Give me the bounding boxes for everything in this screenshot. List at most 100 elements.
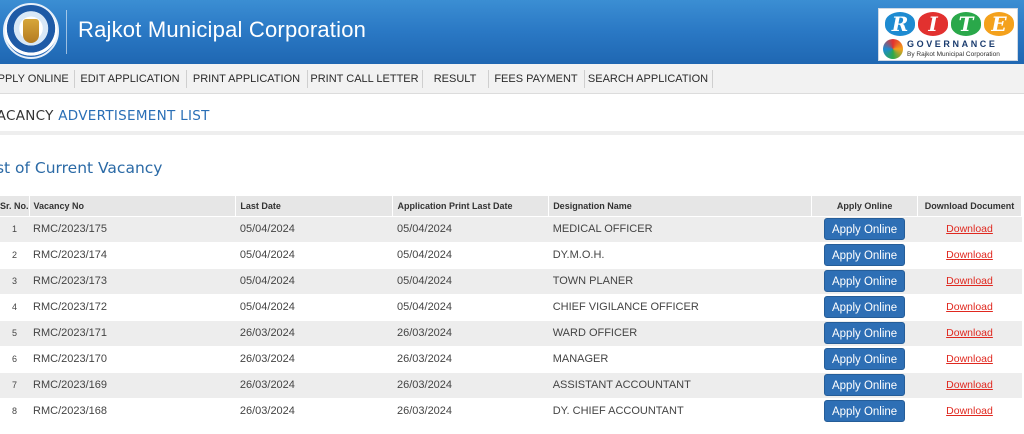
- col-last-date: Last Date: [235, 196, 394, 216]
- cell-sr-no: 6: [0, 345, 30, 372]
- download-link[interactable]: Download: [946, 275, 993, 287]
- cell-last-date: 05/04/2024: [235, 267, 393, 294]
- nav-print-application[interactable]: PRINT APPLICATION: [187, 64, 306, 94]
- cell-apply-online: Apply Online: [811, 397, 918, 424]
- cell-apply-online: Apply Online: [811, 267, 918, 294]
- cell-print-last-date: 05/04/2024: [392, 267, 549, 294]
- cell-sr-no: 5: [0, 319, 30, 346]
- rite-letter-r: R: [885, 12, 915, 36]
- cell-print-last-date: 05/04/2024: [392, 241, 549, 268]
- nav-search-application[interactable]: SEARCH APPLICATION: [585, 64, 711, 94]
- download-link[interactable]: Download: [946, 353, 993, 365]
- download-link[interactable]: Download: [946, 327, 993, 339]
- cell-print-last-date: 05/04/2024: [392, 215, 549, 242]
- rite-by-text: By Rajkot Municipal Corporation: [907, 51, 1000, 58]
- cell-vacancy-no: RMC/2023/171: [29, 319, 236, 346]
- rite-governance-logo[interactable]: R I T E GOVERNANCE By Rajkot Municipal C…: [878, 8, 1018, 61]
- cell-apply-online: Apply Online: [811, 241, 918, 268]
- cell-last-date: 26/03/2024: [235, 345, 393, 372]
- cell-vacancy-no: RMC/2023/173: [29, 267, 236, 294]
- apply-online-button[interactable]: Apply Online: [824, 400, 906, 423]
- cell-designation: TOWN PLANER: [548, 267, 812, 294]
- cell-print-last-date: 26/03/2024: [392, 371, 549, 398]
- cell-vacancy-no: RMC/2023/172: [29, 293, 236, 320]
- col-print-last-date: Application Print Last Date: [392, 196, 550, 216]
- apply-online-button[interactable]: Apply Online: [824, 374, 906, 396]
- table-row: 3 RMC/2023/173 05/04/2024 05/04/2024 TOWN PL…: [0, 267, 1022, 294]
- cell-apply-online: Apply Online: [811, 293, 918, 320]
- rite-letter-i: I: [918, 12, 948, 36]
- cell-designation: MANAGER: [548, 345, 812, 372]
- apply-online-button[interactable]: Apply Online: [824, 348, 906, 370]
- table-header: Sr. No. Vacancy No Last Date Application…: [0, 196, 1022, 216]
- cell-print-last-date: 26/03/2024: [392, 319, 549, 346]
- cell-print-last-date: 05/04/2024: [392, 293, 549, 320]
- cell-download: Download: [917, 215, 1022, 242]
- table-row: 7 RMC/2023/169 26/03/2024 26/03/2024 ASSISTA…: [0, 371, 1022, 398]
- table-row: 2 RMC/2023/174 05/04/2024 05/04/2024 DY.M.O.…: [0, 241, 1022, 268]
- table-row: 4 RMC/2023/172 05/04/2024 05/04/2024 CHIEF V…: [0, 293, 1022, 320]
- nav-fees-payment[interactable]: FEES PAYMENT: [489, 64, 583, 94]
- nav-result[interactable]: RESULT: [423, 64, 487, 94]
- site-title: Rajkot Municipal Corporation: [78, 17, 367, 42]
- col-apply-online: Apply Online: [811, 196, 919, 216]
- cell-last-date: 05/04/2024: [235, 293, 393, 320]
- nav-apply-online[interactable]: APPLY ONLINE: [0, 64, 69, 94]
- table-row: 1 RMC/2023/175 05/04/2024 05/04/2024 MEDICAL…: [0, 215, 1022, 242]
- nav-separator: [712, 70, 713, 88]
- cell-apply-online: Apply Online: [811, 319, 918, 346]
- cell-download: Download: [917, 241, 1022, 268]
- download-link[interactable]: Download: [946, 301, 993, 313]
- page-heading-highlight: ADVERTISEMENT LIST: [58, 108, 210, 124]
- site-header: Rajkot Municipal Corporation R I T E GOV…: [0, 0, 1024, 64]
- table-body: 1 RMC/2023/175 05/04/2024 05/04/2024 MEDICAL…: [0, 215, 1022, 424]
- table-row: 8 RMC/2023/168 26/03/2024 26/03/2024 DY. CHI…: [0, 397, 1022, 424]
- cell-sr-no: 1: [0, 215, 30, 242]
- cell-designation: CHIEF VIGILANCE OFFICER: [548, 293, 812, 320]
- rmc-emblem-logo[interactable]: [3, 3, 59, 59]
- header-divider: [66, 10, 67, 54]
- nav-edit-application[interactable]: EDIT APPLICATION: [75, 64, 185, 94]
- cell-last-date: 26/03/2024: [235, 371, 393, 398]
- apply-online-button[interactable]: Apply Online: [824, 218, 906, 240]
- apply-online-button[interactable]: Apply Online: [824, 296, 906, 318]
- apply-online-button[interactable]: Apply Online: [824, 244, 906, 266]
- vacancy-table: Sr. No. Vacancy No Last Date Application…: [0, 196, 1022, 424]
- cell-apply-online: Apply Online: [811, 215, 918, 242]
- rite-letter-t: T: [951, 12, 981, 36]
- cell-sr-no: 2: [0, 241, 30, 268]
- cell-designation: MEDICAL OFFICER: [548, 215, 812, 242]
- table-row: 5 RMC/2023/171 26/03/2024 26/03/2024 WARD OF…: [0, 319, 1022, 346]
- cell-designation: WARD OFFICER: [548, 319, 812, 346]
- page-heading-band: VACANCY ADVERTISEMENT LIST: [0, 95, 1024, 135]
- cell-vacancy-no: RMC/2023/168: [29, 397, 236, 424]
- cell-vacancy-no: RMC/2023/169: [29, 371, 236, 398]
- cell-designation: DY. CHIEF ACCOUNTANT: [548, 397, 812, 424]
- cell-last-date: 05/04/2024: [235, 215, 393, 242]
- section-title: List of Current Vacancy: [0, 159, 163, 177]
- cell-apply-online: Apply Online: [811, 345, 918, 372]
- col-sr-no: Sr. No.: [0, 196, 30, 216]
- col-download-document: Download Document: [917, 196, 1022, 216]
- cell-print-last-date: 26/03/2024: [392, 345, 549, 372]
- cell-last-date: 26/03/2024: [235, 397, 393, 424]
- page-heading: VACANCY ADVERTISEMENT LIST: [0, 108, 210, 124]
- nav-print-call-letter[interactable]: PRINT CALL LETTER: [308, 64, 421, 94]
- cell-vacancy-no: RMC/2023/170: [29, 345, 236, 372]
- emblem-center-icon: [23, 19, 39, 43]
- download-link[interactable]: Download: [946, 405, 993, 417]
- cell-download: Download: [917, 267, 1022, 294]
- cell-download: Download: [917, 293, 1022, 320]
- apply-online-button[interactable]: Apply Online: [824, 270, 906, 292]
- cell-vacancy-no: RMC/2023/174: [29, 241, 236, 268]
- cell-download: Download: [917, 345, 1022, 372]
- download-link[interactable]: Download: [946, 379, 993, 391]
- cell-sr-no: 4: [0, 293, 30, 320]
- cell-download: Download: [917, 397, 1022, 424]
- apply-online-button[interactable]: Apply Online: [824, 322, 906, 344]
- cell-designation: DY.M.O.H.: [548, 241, 812, 268]
- download-link[interactable]: Download: [946, 249, 993, 261]
- cell-sr-no: 3: [0, 267, 30, 294]
- col-designation: Designation Name: [548, 196, 813, 216]
- download-link[interactable]: Download: [946, 223, 993, 235]
